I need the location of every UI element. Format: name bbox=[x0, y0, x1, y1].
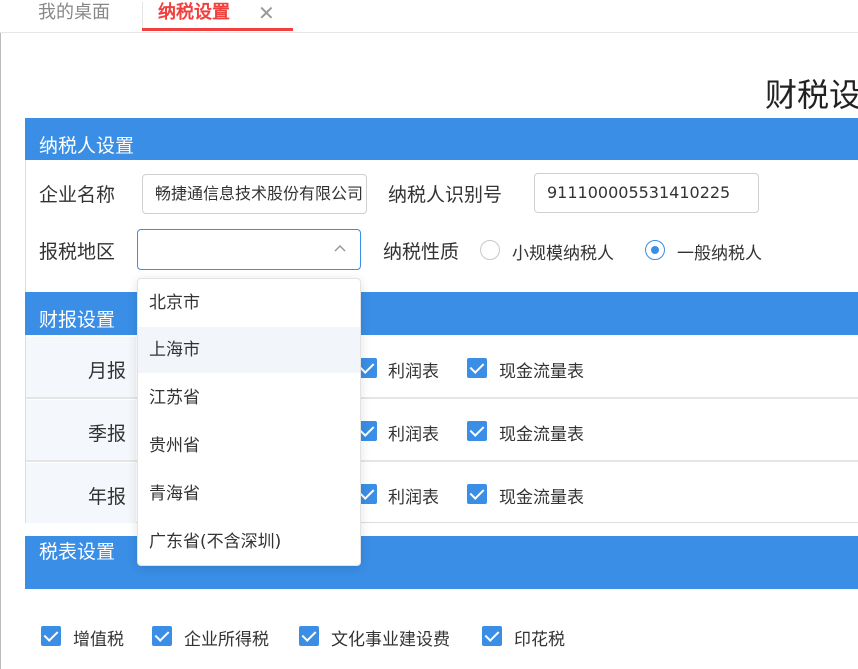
dropdown-option-guizhou[interactable]: 贵州省 bbox=[138, 423, 360, 469]
report-row-annual-label: 年报 bbox=[88, 486, 127, 508]
radio-general[interactable] bbox=[645, 240, 665, 260]
taxpayer-id-label: 纳税人识别号 bbox=[388, 184, 503, 206]
checkbox-vat[interactable] bbox=[41, 626, 61, 646]
checkbox-stamp-duty-label: 印花税 bbox=[514, 630, 565, 650]
checkbox-stamp-duty[interactable] bbox=[482, 626, 502, 646]
radio-small-scale-label: 小规模纳税人 bbox=[512, 244, 614, 264]
company-name-label: 企业名称 bbox=[39, 184, 116, 206]
radio-small-scale[interactable] bbox=[480, 240, 500, 260]
checkbox-monthly-cashflow-label: 现金流量表 bbox=[499, 362, 584, 382]
page-title: 财税设 bbox=[765, 76, 858, 114]
checkbox-monthly-cashflow[interactable] bbox=[467, 358, 487, 378]
region-dropdown: 北京市 上海市 江苏省 贵州省 青海省 广东省(不含深圳) bbox=[137, 278, 361, 566]
tab-desktop[interactable]: 我的桌面 bbox=[38, 0, 110, 33]
active-tab-indicator bbox=[142, 28, 293, 31]
section-taxpayer-header: 纳税人设置 bbox=[25, 118, 858, 160]
chevron-up-icon bbox=[334, 238, 346, 262]
checkbox-annual-cashflow-label: 现金流量表 bbox=[499, 488, 584, 508]
checkbox-quarterly-cashflow[interactable] bbox=[467, 421, 487, 441]
report-row-monthly-label: 月报 bbox=[88, 360, 127, 382]
company-name-input[interactable]: 畅捷通信息技术股份有限公司 bbox=[142, 174, 367, 214]
tax-region-select[interactable] bbox=[137, 229, 361, 270]
checkbox-vat-label: 增值税 bbox=[73, 630, 124, 650]
checkbox-corporate-income-tax-label: 企业所得税 bbox=[184, 630, 269, 650]
checkbox-culture-fee-label: 文化事业建设费 bbox=[331, 630, 450, 650]
checkbox-annual-profit-label: 利润表 bbox=[388, 488, 439, 508]
checkbox-culture-fee[interactable] bbox=[299, 626, 319, 646]
tax-region-label: 报税地区 bbox=[39, 241, 116, 263]
report-row-quarterly-label: 季报 bbox=[88, 423, 127, 445]
tax-nature-label: 纳税性质 bbox=[383, 241, 460, 263]
tab-separator bbox=[142, 2, 143, 28]
dropdown-option-shanghai[interactable]: 上海市 bbox=[138, 327, 360, 373]
left-border bbox=[0, 33, 1, 669]
dropdown-option-beijing[interactable]: 北京市 bbox=[138, 280, 360, 326]
checkbox-annual-cashflow[interactable] bbox=[467, 484, 487, 504]
checkbox-monthly-profit-label: 利润表 bbox=[388, 362, 439, 382]
taxpayer-id-input[interactable]: 911100005531410225 bbox=[534, 173, 759, 213]
radio-general-label: 一般纳税人 bbox=[677, 244, 762, 264]
checkbox-quarterly-cashflow-label: 现金流量表 bbox=[499, 425, 584, 445]
dropdown-option-guangdong[interactable]: 广东省(不含深圳) bbox=[138, 519, 360, 565]
tab-bar: 我的桌面 纳税设置 ✕ bbox=[0, 0, 858, 33]
checkbox-quarterly-profit-label: 利润表 bbox=[388, 425, 439, 445]
close-icon[interactable]: ✕ bbox=[258, 0, 275, 26]
dropdown-option-jiangsu[interactable]: 江苏省 bbox=[138, 375, 360, 421]
checkbox-corporate-income-tax[interactable] bbox=[152, 626, 172, 646]
dropdown-option-qinghai[interactable]: 青海省 bbox=[138, 471, 360, 517]
